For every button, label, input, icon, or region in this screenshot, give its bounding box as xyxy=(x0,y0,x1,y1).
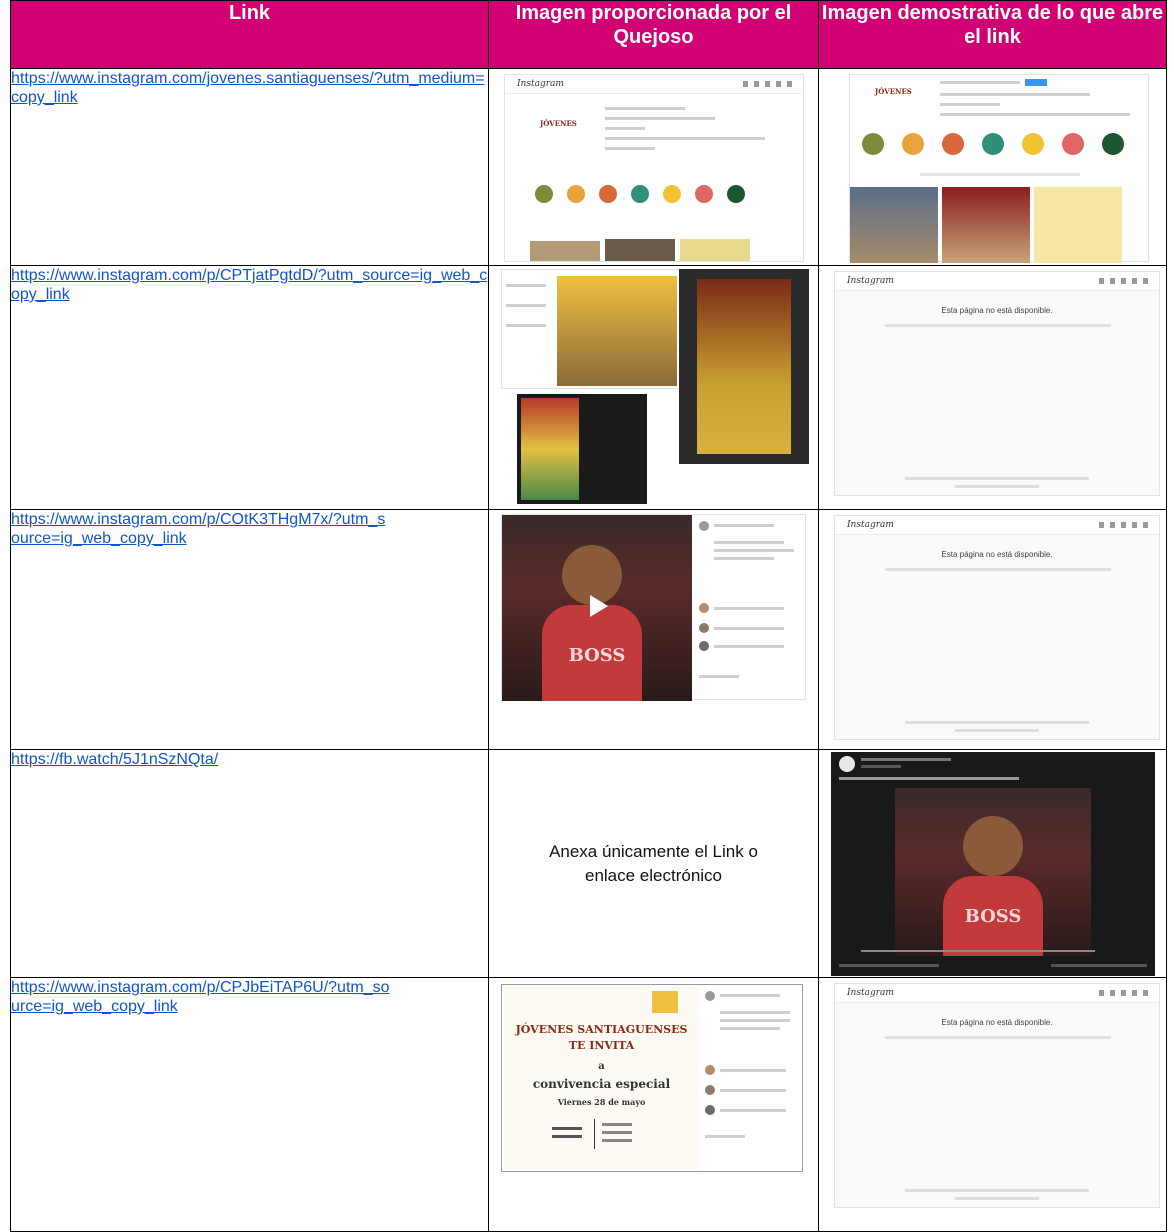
post-thumbnail xyxy=(942,187,1030,263)
post-thumbnail xyxy=(680,239,750,261)
instagram-logo-icon: Instagram xyxy=(847,988,894,998)
person-figure xyxy=(963,816,1023,876)
profile-logo: JÓVENES xyxy=(540,119,577,128)
instagram-logo-icon: Instagram xyxy=(517,79,564,89)
table-row: https://www.instagram.com/p/CPJbEiTAP6U/… xyxy=(10,977,1167,1232)
story-highlight[interactable] xyxy=(599,185,617,203)
avatar-icon xyxy=(699,641,709,651)
link-cell: https://www.instagram.com/p/CPTjatPgtdD/… xyxy=(10,265,489,510)
shirt-text: BOSS xyxy=(568,645,626,666)
avatar-icon xyxy=(705,1085,715,1095)
table-row: https://fb.watch/5J1nSzNQta/ Anexa única… xyxy=(10,749,1167,978)
instagram-profile-screenshot: Instagram JÓVENES xyxy=(504,74,804,262)
unavailable-title: Esta página no está disponible. xyxy=(941,306,1053,315)
profile-logo: JÓVENES xyxy=(875,87,912,96)
shirt-text: BOSS xyxy=(964,906,1022,927)
story-highlight[interactable] xyxy=(695,185,713,203)
story-highlight[interactable] xyxy=(663,185,681,203)
follow-button[interactable] xyxy=(1025,79,1047,86)
link-cell: https://www.instagram.com/p/COtK3THgM7x/… xyxy=(10,509,489,750)
story-highlight[interactable] xyxy=(902,133,924,155)
demo-image-cell: BOSS xyxy=(818,749,1167,978)
poster-subtitle: TE INVITA xyxy=(568,1039,635,1052)
demo-image-cell: Instagram Esta página no está disponible… xyxy=(818,977,1167,1232)
story-highlight[interactable] xyxy=(982,133,1004,155)
avatar-icon xyxy=(705,1065,715,1075)
avatar-icon xyxy=(705,1105,715,1115)
provided-image-cell xyxy=(488,265,819,510)
link-cell: https://www.instagram.com/p/CPJbEiTAP6U/… xyxy=(10,977,489,1232)
story-highlight[interactable] xyxy=(567,185,585,203)
provided-image-cell: JÓVENES SANTIAGUENSES TE INVITA a conviv… xyxy=(488,977,819,1232)
table-row: https://www.instagram.com/p/CPTjatPgtdD/… xyxy=(10,265,1167,510)
poster-title: JÓVENES SANTIAGUENSES xyxy=(515,1023,688,1036)
poster-connector: a xyxy=(598,1061,605,1072)
header-demo-image: Imagen demostrativa de lo que abre el li… xyxy=(818,0,1167,69)
post-thumbnail xyxy=(530,241,600,261)
instagram-story-screenshot xyxy=(679,269,809,464)
story-highlight[interactable] xyxy=(1102,133,1124,155)
instagram-profile-screenshot: JÓVENES xyxy=(849,74,1149,263)
video-frame: BOSS xyxy=(502,515,692,701)
header-link: Link xyxy=(10,0,489,69)
row-link[interactable]: https://www.instagram.com/p/CPTjatPgtdD/… xyxy=(11,267,487,303)
post-thumbnail xyxy=(1034,187,1122,263)
demo-image-cell: JÓVENES xyxy=(818,68,1167,266)
avatar-icon xyxy=(839,756,855,772)
evidence-table: Link Imagen proporcionada por el Quejoso… xyxy=(10,0,1167,1232)
row-link[interactable]: https://www.instagram.com/p/CPJbEiTAP6U/… xyxy=(11,978,391,1016)
avatar-icon xyxy=(699,623,709,633)
row-link[interactable]: https://www.instagram.com/p/COtK3THgM7x/… xyxy=(11,510,391,548)
provided-image-cell: Anexa únicamente el Link o enlace electr… xyxy=(488,749,819,978)
post-thumbnail xyxy=(850,187,938,263)
demo-image-cell: Instagram Esta página no está disponible… xyxy=(818,265,1167,510)
avatar-icon xyxy=(699,603,709,613)
table-row: https://www.instagram.com/jovenes.santia… xyxy=(10,68,1167,266)
page-unavailable-screenshot: Instagram Esta página no está disponible… xyxy=(834,983,1160,1208)
provided-note: Anexa únicamente el Link o enlace electr… xyxy=(549,842,758,885)
instagram-post-screenshot: JÓVENES SANTIAGUENSES TE INVITA a conviv… xyxy=(501,984,803,1172)
table-row: https://www.instagram.com/p/COtK3THgM7x/… xyxy=(10,509,1167,750)
story-highlight[interactable] xyxy=(1062,133,1084,155)
header-provided-image: Imagen proporcionada por el Quejoso xyxy=(488,0,819,69)
poster-event: convivencia especial xyxy=(532,1077,671,1091)
poster-date: Viernes 28 de mayo xyxy=(557,1097,646,1107)
link-cell: https://fb.watch/5J1nSzNQta/ xyxy=(10,749,489,978)
story-highlight[interactable] xyxy=(862,133,884,155)
instagram-video-post-screenshot: BOSS xyxy=(501,514,806,701)
story-highlight[interactable] xyxy=(631,185,649,203)
story-highlight[interactable] xyxy=(727,185,745,203)
instagram-post-screenshot xyxy=(501,269,681,389)
invitation-poster: JÓVENES SANTIAGUENSES TE INVITA a conviv… xyxy=(504,987,699,1169)
instagram-post-screenshot xyxy=(517,394,647,504)
story-highlight[interactable] xyxy=(942,133,964,155)
provided-image-cell: BOSS xyxy=(488,509,819,750)
avatar-icon xyxy=(705,991,715,1001)
play-icon[interactable] xyxy=(590,595,608,617)
instagram-logo-icon: Instagram xyxy=(847,520,894,530)
poster-badge xyxy=(652,991,678,1013)
story-highlight[interactable] xyxy=(535,185,553,203)
link-cell: https://www.instagram.com/jovenes.santia… xyxy=(10,68,489,266)
story-highlight[interactable] xyxy=(1022,133,1044,155)
header-row: Link Imagen proporcionada por el Quejoso… xyxy=(10,0,1167,69)
demo-image-cell: Instagram Esta página no está disponible… xyxy=(818,509,1167,750)
instagram-logo-icon: Instagram xyxy=(847,276,894,286)
unavailable-title: Esta página no está disponible. xyxy=(941,1018,1053,1027)
page-unavailable-screenshot: Instagram Esta página no está disponible… xyxy=(834,271,1160,496)
provided-image-cell: Instagram JÓVENES xyxy=(488,68,819,266)
unavailable-title: Esta página no está disponible. xyxy=(941,550,1053,559)
row-link[interactable]: https://www.instagram.com/jovenes.santia… xyxy=(11,70,485,106)
video-frame: BOSS xyxy=(895,788,1091,956)
facebook-video-screenshot: BOSS xyxy=(831,752,1155,976)
post-thumbnail xyxy=(605,239,675,261)
row-link[interactable]: https://fb.watch/5J1nSzNQta/ xyxy=(11,751,218,768)
video-progress-bar[interactable] xyxy=(861,950,1095,952)
page-unavailable-screenshot: Instagram Esta página no está disponible… xyxy=(834,515,1160,740)
avatar-icon xyxy=(699,521,709,531)
